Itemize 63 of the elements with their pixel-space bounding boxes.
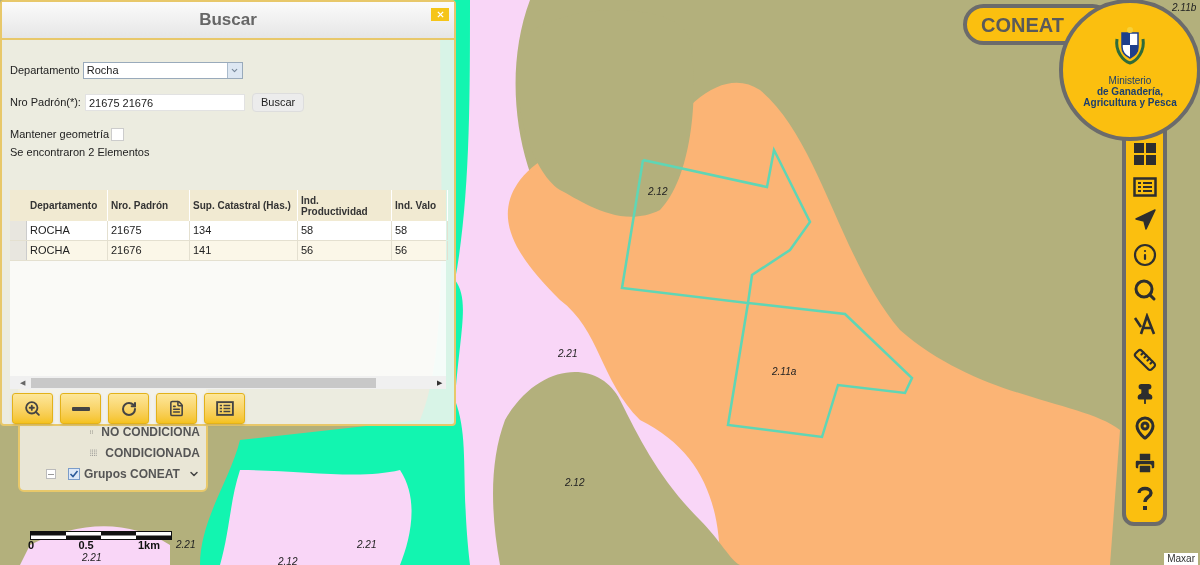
- padron-input[interactable]: 21675 21676: [84, 94, 245, 111]
- table-cell: 58: [392, 221, 448, 240]
- field-label: Departamento: [10, 63, 80, 79]
- map-label: 2.12: [278, 557, 298, 565]
- navigation-arrow-icon[interactable]: [1132, 208, 1157, 232]
- scale-label: 0.5: [78, 540, 94, 551]
- dialog-title: Buscar: [199, 9, 257, 32]
- printer-icon[interactable]: [1132, 451, 1157, 475]
- map-label: 2.12: [648, 187, 668, 197]
- grid-symbol-icon: [90, 448, 98, 458]
- table-cell: 56: [298, 241, 392, 260]
- list-icon: [215, 401, 234, 416]
- map-label: 2.21: [357, 540, 377, 550]
- minus-icon: [71, 406, 90, 411]
- result-count-text: Se encontraron 2 Elementos: [10, 144, 151, 160]
- table-cell: 141: [190, 241, 298, 260]
- label-tool-icon[interactable]: [1132, 313, 1157, 337]
- ministry-name: de Ganadería,: [1096, 86, 1164, 97]
- toolbar-button[interactable]: [156, 393, 197, 424]
- keep-geometry-checkbox[interactable]: [111, 127, 125, 141]
- departamento-select[interactable]: Rocha: [82, 62, 243, 79]
- collapse-icon[interactable]: [46, 469, 56, 479]
- help-icon[interactable]: [1135, 486, 1154, 512]
- table-cell: 21676: [108, 241, 190, 260]
- zoom-in-icon: [24, 400, 41, 417]
- table-cell: ROCHA: [27, 221, 108, 240]
- toolbar-button[interactable]: [60, 393, 101, 424]
- field-label: Nro Padrón(*):: [10, 95, 81, 111]
- legend-label: NO CONDICIONA: [101, 424, 200, 441]
- table-cell: 58: [298, 221, 392, 240]
- ruler-icon[interactable]: [1132, 348, 1157, 372]
- table-cell: ROCHA: [27, 241, 108, 260]
- document-icon: [168, 400, 185, 417]
- ministry-name: Ministerio: [1108, 75, 1152, 86]
- group-checkbox[interactable]: [68, 468, 80, 480]
- ministry-name: Agricultura y Pesca: [1083, 97, 1177, 108]
- table-cell: 134: [190, 221, 298, 240]
- table-row[interactable]: ROCHA 21676 141 56 56: [10, 241, 446, 261]
- map-label: 2.11b: [1172, 3, 1197, 13]
- toolbar-button[interactable]: [204, 393, 245, 424]
- table-row[interactable]: ROCHA 21675 134 58 58: [10, 221, 446, 241]
- map-label: 2.21: [558, 349, 578, 359]
- group-label: Grupos CONEAT: [84, 466, 180, 483]
- info-icon[interactable]: [1132, 243, 1157, 267]
- map-label: 2.12: [565, 478, 585, 488]
- legend-label: CONDICIONADA: [105, 445, 200, 462]
- scale-label: 0: [28, 540, 35, 551]
- table-cell: 56: [392, 241, 448, 260]
- checkbox-label: Mantener geometría: [10, 127, 110, 142]
- list-icon: [1132, 177, 1157, 197]
- search-button[interactable]: Buscar: [251, 93, 305, 112]
- search-icon[interactable]: [1132, 278, 1157, 302]
- grid-icon[interactable]: [1132, 142, 1157, 166]
- attribution-text: Maxar: [1164, 553, 1198, 565]
- toolbar-button[interactable]: [108, 393, 149, 424]
- map-label: 2.11a: [772, 367, 797, 377]
- map-label: 2.21: [176, 540, 196, 550]
- dropdown-caret-icon: [226, 63, 242, 78]
- scale-label: 1km: [137, 540, 160, 551]
- table-cell: 21675: [108, 221, 190, 240]
- map-label: 2.21: [82, 553, 102, 563]
- refresh-icon: [120, 400, 137, 417]
- toolbar-button[interactable]: [12, 393, 53, 424]
